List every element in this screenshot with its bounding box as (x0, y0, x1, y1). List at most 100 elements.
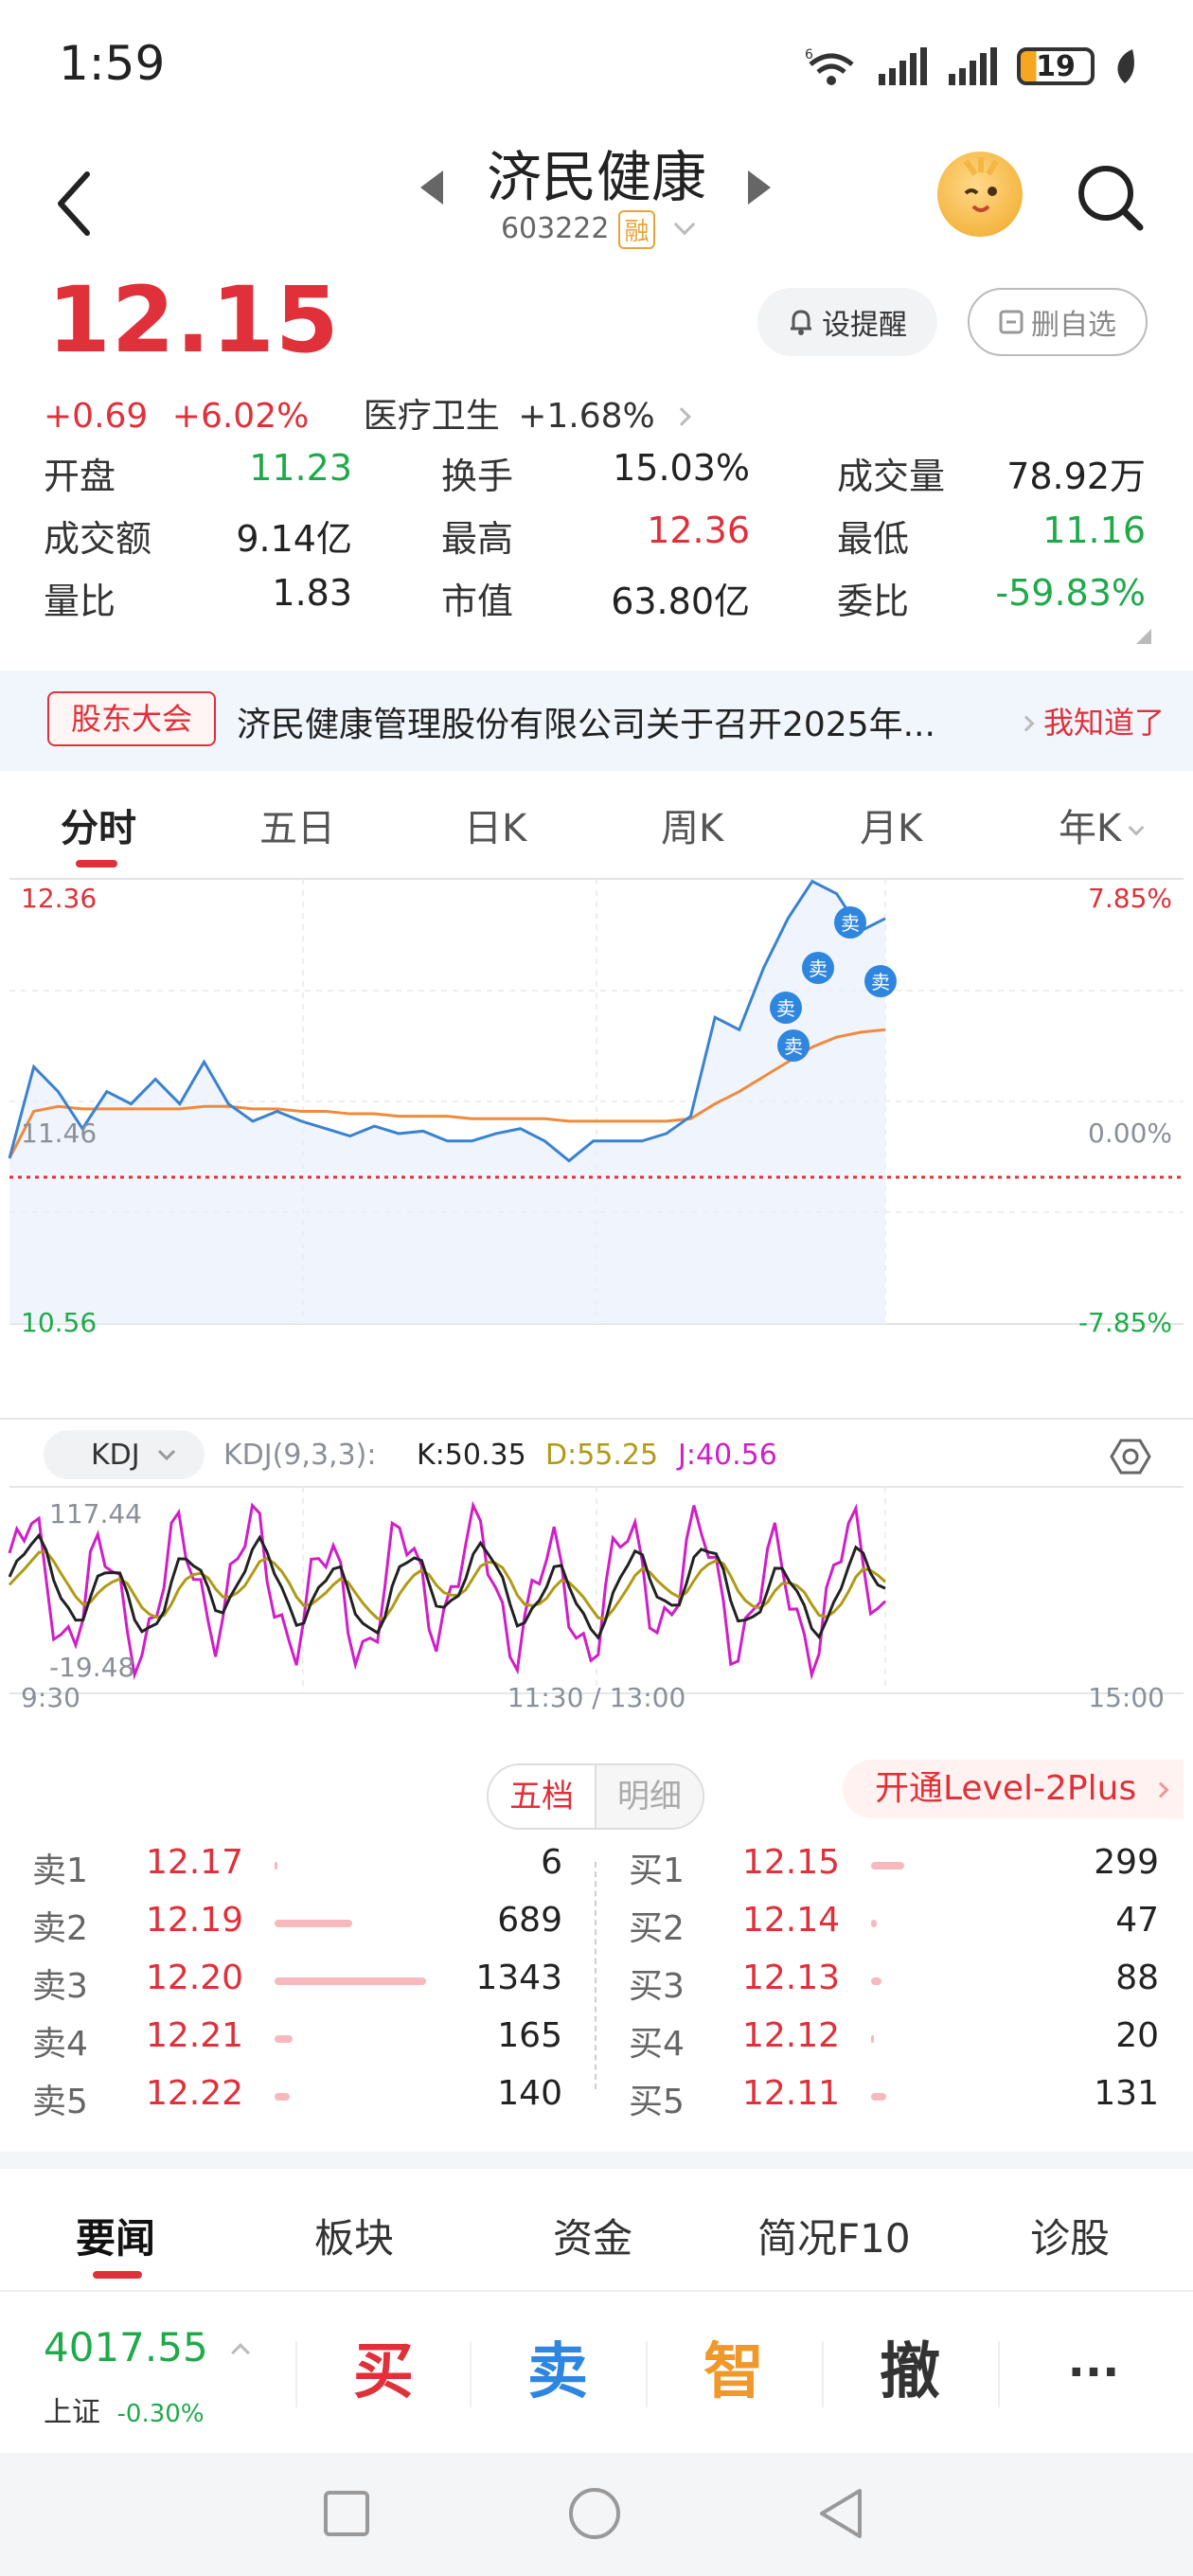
signal-icon-2 (949, 47, 997, 85)
buy-button[interactable]: 买 (312, 2320, 454, 2424)
stat-label: 量比 (44, 581, 116, 622)
price-change-pct: +6.02% (171, 397, 310, 436)
bid-level-label: 买1 (629, 1852, 685, 1890)
ask-row[interactable]: 卖5 12.22 140 (32, 2068, 600, 2125)
tab-five-levels[interactable]: 五档 (489, 1765, 596, 1828)
kdj-k-value: K:50.35 (417, 1439, 526, 1472)
stat-value: 63.80亿 (611, 581, 750, 622)
tab-sector[interactable]: 板块 (314, 2207, 394, 2264)
set-reminder-button[interactable]: 设提醒 (757, 288, 937, 356)
svg-text:卖: 卖 (841, 912, 860, 935)
chevron-right-icon (1018, 715, 1035, 732)
ask-volume-bar (275, 1977, 426, 1985)
mascot-avatar-icon[interactable] (937, 152, 1023, 237)
announcement-banner[interactable]: 股东大会 济民健康管理股份有限公司关于召开2025年... 我知道了 (0, 671, 1193, 771)
bid-row[interactable]: 买3 12.13 88 (629, 1953, 1193, 2010)
home-icon[interactable] (569, 2488, 620, 2539)
current-price: 12.15 (47, 267, 340, 373)
intraday-chart[interactable]: 卖卖卖卖卖 12.36 10.56 7.85% -7.85% 0.00% 11.… (0, 869, 1193, 1722)
search-icon[interactable] (1072, 159, 1148, 235)
remove-watchlist-label: 删自选 (1031, 309, 1116, 342)
ask-level-label: 卖1 (32, 1852, 88, 1890)
stat-value: 9.14亿 (236, 518, 352, 560)
price-change: +0.69 (44, 397, 149, 436)
stat-label: 换手 (441, 456, 514, 497)
tab-intraday[interactable]: 分时 (61, 797, 136, 852)
ask-row[interactable]: 卖2 12.19 689 (32, 1895, 600, 1952)
tab-yearly-k[interactable]: 年K (1059, 797, 1145, 852)
back-nav-icon[interactable] (820, 2489, 862, 2538)
cancel-order-button[interactable]: 撤 (839, 2320, 981, 2424)
ask-price: 12.22 (146, 2074, 244, 2113)
tab-five-day[interactable]: 五日 (259, 797, 335, 852)
stat-label: 最低 (837, 518, 910, 560)
tab-daily-k[interactable]: 日K (464, 797, 526, 852)
svg-text:卖: 卖 (776, 997, 795, 1020)
bid-volume-bar (871, 1920, 877, 1927)
ask-level-label: 卖5 (32, 2083, 88, 2121)
ask-price: 12.17 (146, 1843, 244, 1882)
ask-level-label: 卖2 (32, 1909, 88, 1948)
stat-value: 1.83 (272, 572, 352, 614)
bid-row[interactable]: 买2 12.14 47 (629, 1895, 1193, 1952)
active-tab-indicator (76, 860, 117, 868)
tab-weekly-k[interactable]: 周K (661, 797, 723, 852)
bid-price: 12.14 (742, 1901, 841, 1940)
sector-link[interactable]: 医疗卫生 +1.68% (363, 397, 692, 436)
bid-row[interactable]: 买4 12.12 20 (629, 2011, 1193, 2067)
settings-gear-icon[interactable] (1110, 1439, 1151, 1475)
level2-label: 开通Level-2Plus (875, 1769, 1137, 1808)
bid-volume: 131 (1094, 2074, 1159, 2113)
sector-name: 医疗卫生 (363, 397, 500, 436)
ask-volume: 140 (497, 2074, 562, 2113)
next-stock-icon[interactable] (748, 170, 771, 205)
expand-corner-icon[interactable] (1136, 629, 1151, 644)
bell-icon (791, 310, 811, 335)
sell-button[interactable]: 卖 (487, 2320, 629, 2424)
time-start-label: 9:30 (21, 1682, 80, 1713)
svg-text:卖: 卖 (784, 1035, 803, 1058)
tab-profile-f10[interactable]: 简况F10 (757, 2207, 911, 2264)
ask-row[interactable]: 卖1 12.17 6 (32, 1837, 600, 1894)
index-name: 上证 (44, 2396, 100, 2429)
chevron-right-icon (672, 407, 692, 426)
status-icons: 6 19 (803, 44, 1138, 89)
sector-change: +1.68% (518, 397, 655, 436)
svg-text:卖: 卖 (871, 971, 890, 993)
chevron-down-icon (673, 213, 696, 236)
tab-capital[interactable]: 资金 (553, 2207, 632, 2264)
sell-marker: 卖 (777, 1029, 810, 1062)
tab-monthly-k[interactable]: 月K (860, 797, 922, 852)
remove-watchlist-button[interactable]: 删自选 (968, 288, 1148, 356)
smart-trade-button[interactable]: 智 (663, 2320, 805, 2424)
ask-volume-bar (275, 1862, 277, 1869)
bid-price: 12.13 (742, 1959, 841, 1997)
bid-row[interactable]: 买1 12.15 299 (629, 1837, 1193, 1894)
level2-upgrade-button[interactable]: 开通Level-2Plus (843, 1760, 1184, 1818)
index-value-text: 4017.55 (44, 2324, 208, 2370)
price-area-fill (9, 881, 885, 1324)
stat-label: 最高 (441, 518, 514, 560)
ask-row[interactable]: 卖4 12.21 165 (32, 2011, 600, 2067)
bid-price: 12.11 (742, 2074, 841, 2113)
chevron-right-icon (1152, 1781, 1169, 1798)
stat-label: 市值 (441, 581, 514, 622)
bid-level-label: 买4 (629, 2025, 685, 2064)
dismiss-label: 我知道了 (1042, 705, 1165, 741)
stats-row: 量比 1.83 市值 63.80亿 委比 -59.83% (44, 572, 1151, 635)
more-button[interactable]: ··· (1023, 2320, 1165, 2424)
sell-marker: 卖 (864, 965, 897, 997)
separator (295, 2341, 297, 2407)
dismiss-announcement-button[interactable]: 我知道了 (1018, 699, 1165, 742)
ask-row[interactable]: 卖3 12.20 1343 (32, 1953, 600, 2010)
bid-volume-bar (871, 2035, 874, 2043)
stat-label: 成交额 (44, 518, 152, 560)
signal-icon (879, 47, 927, 85)
announcement-text: 济民健康管理股份有限公司关于召开2025年... (237, 706, 935, 744)
stat-value: 78.92万 (1006, 456, 1146, 497)
tab-diagnosis[interactable]: 诊股 (1030, 2207, 1110, 2264)
tab-trade-details[interactable]: 明细 (596, 1765, 703, 1828)
recent-apps-icon[interactable] (324, 2491, 369, 2536)
bid-row[interactable]: 买5 12.11 131 (629, 2068, 1193, 2125)
tab-news[interactable]: 要闻 (76, 2207, 155, 2264)
